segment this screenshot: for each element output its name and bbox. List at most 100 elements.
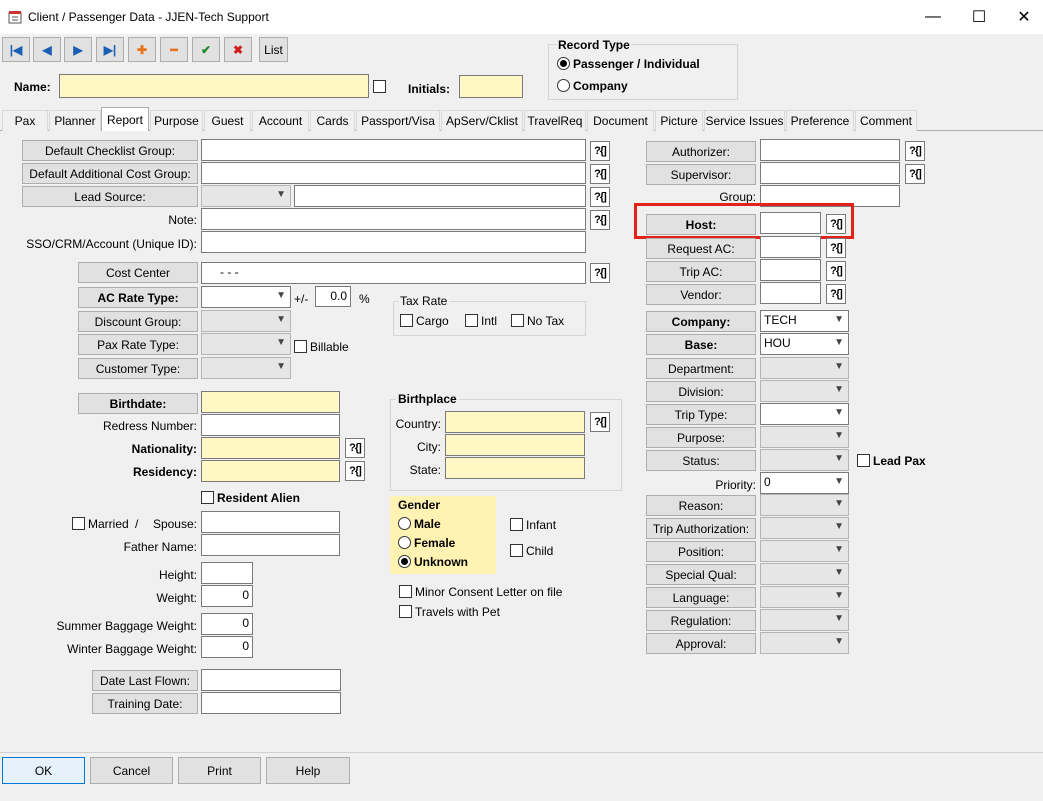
cost-center-lookup-icon[interactable]: ?{] <box>590 263 610 283</box>
last-record-button[interactable]: ▶| <box>96 37 124 62</box>
lead-source-button[interactable]: Lead Source: <box>22 186 198 207</box>
tab-picture[interactable]: Picture <box>655 110 703 131</box>
save-record-button[interactable]: ✔ <box>192 37 220 62</box>
country-lookup-icon[interactable]: ?{] <box>590 412 610 432</box>
birthdate-input[interactable] <box>201 391 340 413</box>
minor-consent-checkbox[interactable] <box>399 585 412 598</box>
language-button[interactable]: Language: <box>646 587 756 608</box>
summer-baggage-input[interactable]: 0 <box>201 613 253 635</box>
training-date-button[interactable]: Training Date: <box>92 693 198 714</box>
male-radio[interactable] <box>398 517 411 530</box>
note-input[interactable] <box>201 208 586 230</box>
no-tax-checkbox[interactable] <box>511 314 524 327</box>
redress-input[interactable] <box>201 414 340 436</box>
discount-group-button[interactable]: Discount Group: <box>78 311 198 332</box>
close-icon[interactable]: ✕ <box>1001 4 1043 30</box>
purpose-button[interactable]: Purpose: <box>646 427 756 448</box>
tab-service-issues[interactable]: Service Issues <box>704 110 785 131</box>
tab-account[interactable]: Account <box>252 110 309 131</box>
regulation-button[interactable]: Regulation: <box>646 610 756 631</box>
list-button[interactable]: List <box>259 37 288 62</box>
cost-center-input[interactable]: - - - <box>201 262 586 284</box>
next-record-button[interactable]: ▶ <box>64 37 92 62</box>
female-radio[interactable] <box>398 536 411 549</box>
customer-type-button[interactable]: Customer Type: <box>78 358 198 379</box>
child-checkbox[interactable] <box>510 544 523 557</box>
sso-input[interactable] <box>201 231 586 253</box>
supervisor-lookup-icon[interactable]: ?{] <box>905 164 925 184</box>
base-select[interactable]: HOU ▼ <box>760 333 849 355</box>
position-button[interactable]: Position: <box>646 541 756 562</box>
add-record-button[interactable]: ✚ <box>128 37 156 62</box>
authorizer-button[interactable]: Authorizer: <box>646 141 756 162</box>
authorizer-lookup-icon[interactable]: ?{] <box>905 141 925 161</box>
training-date-input[interactable] <box>201 692 341 714</box>
infant-checkbox[interactable] <box>510 518 523 531</box>
default-additional-cost-group-button[interactable]: Default Additional Cost Group: <box>22 163 198 184</box>
vendor-input[interactable] <box>760 282 821 304</box>
nationality-lookup-icon[interactable]: ?{] <box>345 438 365 458</box>
birthdate-button[interactable]: Birthdate: <box>78 393 198 414</box>
cancel-record-button[interactable]: ✖ <box>224 37 252 62</box>
lead-source-select[interactable]: ▼ <box>201 185 291 207</box>
default-additional-lookup-icon[interactable]: ?{] <box>590 164 610 184</box>
lead-pax-checkbox[interactable] <box>857 454 870 467</box>
note-lookup-icon[interactable]: ?{] <box>590 210 610 230</box>
division-button[interactable]: Division: <box>646 381 756 402</box>
status-select[interactable]: ▼ <box>760 449 849 471</box>
lead-source-lookup-icon[interactable]: ?{] <box>590 187 610 207</box>
special-qual-select[interactable]: ▼ <box>760 563 849 585</box>
reason-select[interactable]: ▼ <box>760 494 849 516</box>
maximize-icon[interactable]: ☐ <box>956 4 1002 30</box>
tab-report[interactable]: Report <box>101 107 149 131</box>
help-button[interactable]: Help <box>266 757 350 784</box>
authorizer-input[interactable] <box>760 139 900 161</box>
resident-alien-checkbox[interactable] <box>201 491 214 504</box>
spouse-input[interactable] <box>201 511 340 533</box>
department-button[interactable]: Department: <box>646 358 756 379</box>
base-button[interactable]: Base: <box>646 334 756 355</box>
default-checklist-group-button[interactable]: Default Checklist Group: <box>22 140 198 161</box>
date-last-flown-button[interactable]: Date Last Flown: <box>92 670 198 691</box>
pax-rate-type-button[interactable]: Pax Rate Type: <box>78 334 198 355</box>
vendor-lookup-icon[interactable]: ?{] <box>826 284 846 304</box>
trip-ac-lookup-icon[interactable]: ?{] <box>826 261 846 281</box>
married-checkbox[interactable] <box>72 517 85 530</box>
lead-source-input[interactable] <box>294 185 586 207</box>
tab-guest[interactable]: Guest <box>204 110 251 131</box>
supervisor-input[interactable] <box>760 162 900 184</box>
travels-pet-checkbox[interactable] <box>399 605 412 618</box>
tab-comment[interactable]: Comment <box>855 110 917 131</box>
ok-button[interactable]: OK <box>2 757 85 784</box>
trip-authorization-button[interactable]: Trip Authorization: <box>646 518 756 539</box>
status-button[interactable]: Status: <box>646 450 756 471</box>
cost-center-button[interactable]: Cost Center <box>78 262 198 283</box>
purpose-select[interactable]: ▼ <box>760 426 849 448</box>
city-input[interactable] <box>445 434 585 456</box>
delete-record-button[interactable]: ━ <box>160 37 188 62</box>
nationality-input[interactable] <box>201 437 340 459</box>
cargo-checkbox[interactable] <box>400 314 413 327</box>
request-ac-input[interactable] <box>760 236 821 258</box>
country-input[interactable] <box>445 411 585 433</box>
approval-select[interactable]: ▼ <box>760 632 849 654</box>
division-select[interactable]: ▼ <box>760 380 849 402</box>
company-radio[interactable] <box>557 79 570 92</box>
trip-ac-button[interactable]: Trip AC: <box>646 261 756 282</box>
company-select[interactable]: TECH ▼ <box>760 310 849 332</box>
weight-input[interactable]: 0 <box>201 585 253 607</box>
billable-checkbox[interactable] <box>294 340 307 353</box>
cancel-button[interactable]: Cancel <box>90 757 173 784</box>
tab-purpose[interactable]: Purpose <box>150 110 203 131</box>
first-record-button[interactable]: |◀ <box>2 37 30 62</box>
supervisor-button[interactable]: Supervisor: <box>646 164 756 185</box>
minimize-icon[interactable]: — <box>910 4 956 30</box>
height-input[interactable] <box>201 562 253 584</box>
residency-input[interactable] <box>201 460 340 482</box>
special-qual-button[interactable]: Special Qual: <box>646 564 756 585</box>
priority-select[interactable]: 0 ▼ <box>760 472 849 494</box>
request-ac-lookup-icon[interactable]: ?{] <box>826 238 846 258</box>
residency-lookup-icon[interactable]: ?{] <box>345 461 365 481</box>
trip-type-select[interactable]: ▼ <box>760 403 849 425</box>
vendor-button[interactable]: Vendor: <box>646 284 756 305</box>
